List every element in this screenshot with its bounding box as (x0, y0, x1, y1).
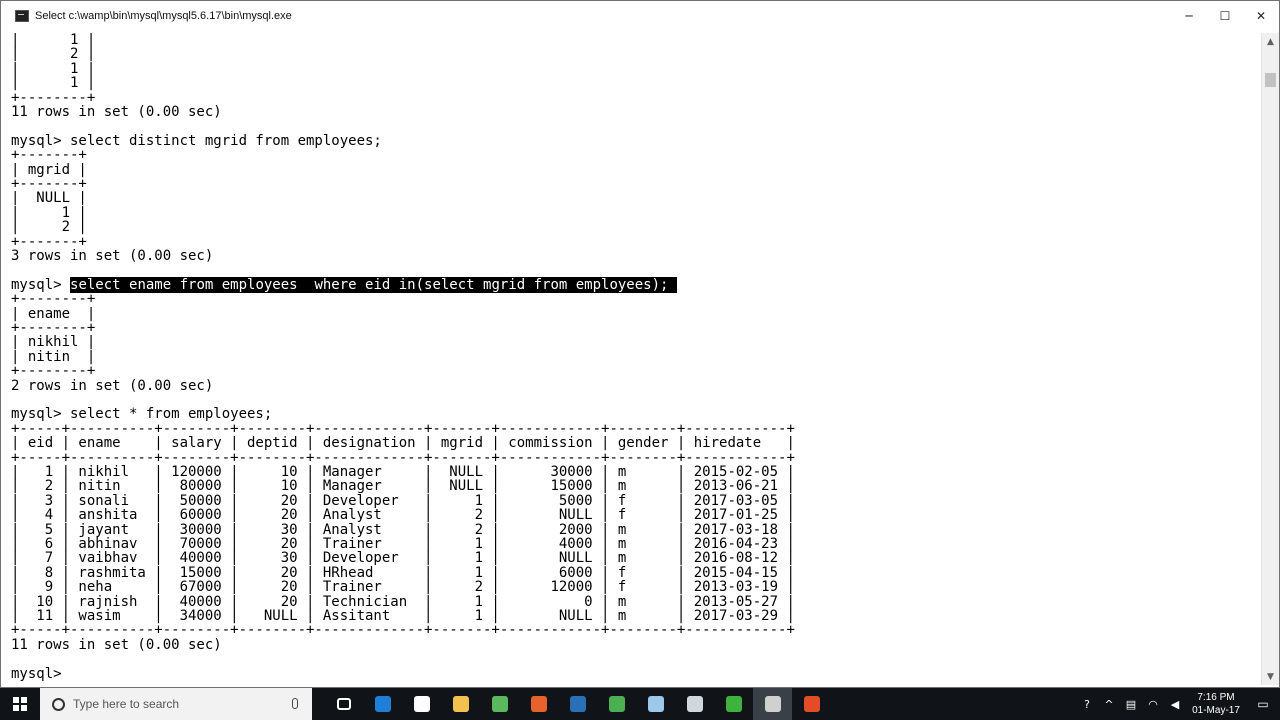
taskbar-app-app-blue[interactable] (558, 688, 597, 720)
minimize-button[interactable]: ─ (1171, 1, 1207, 31)
clock-time: 7:16 PM (1197, 692, 1235, 703)
taskbar-app-console[interactable] (753, 688, 792, 720)
task-view-icon (336, 698, 351, 710)
edge-icon (374, 696, 391, 712)
console-line: mysql> select * from employees; (11, 406, 273, 423)
console-line: mysql> (11, 665, 71, 682)
console-line: 3 rows in set (0.00 sec) (11, 248, 214, 264)
console-line: | 1 | nikhil | 120000 | 10 | Manager | N… (11, 464, 795, 480)
console-output[interactable]: | 1 | | 2 | | 1 | | 1 | +--------+ 11 rows in… (9, 33, 1259, 685)
app-blue-icon (569, 696, 586, 712)
console-line: +-------+ (11, 147, 87, 164)
scroll-thumb[interactable] (1265, 73, 1276, 87)
console-line: | 4 | anshita | 60000 | 20 | Analyst | 2… (11, 507, 795, 524)
show-hidden-icons-chevron-icon[interactable]: ^ (1098, 688, 1120, 720)
taskbar-app-app-orange[interactable] (519, 688, 558, 720)
scroll-up-arrow-icon[interactable]: ▲ (1262, 33, 1279, 50)
console-line: | 2 | nitin | 80000 | 10 | Manager | NUL… (11, 478, 795, 495)
clock-date: 01-May-17 (1192, 705, 1240, 716)
console-line: | 11 | wasim | 34000 | NULL | Assitant |… (11, 608, 795, 624)
taskbar-app-notepad[interactable] (636, 688, 675, 720)
console-line: | 1 | (11, 204, 87, 221)
help-icon[interactable]: ? (1076, 688, 1098, 720)
mysql-prompt: mysql> (11, 276, 71, 293)
microphone-icon[interactable] (292, 698, 298, 709)
wifi-icon[interactable]: ◠ (1142, 688, 1164, 720)
console-line: | 3 | sonali | 50000 | 20 | Developer | … (11, 492, 795, 509)
console-line: | mgrid | (11, 161, 87, 178)
console-line: +-----+----------+--------+--------+----… (11, 449, 795, 466)
console-line: | 9 | neha | 67000 | 20 | Trainer | 2 | … (11, 579, 795, 596)
console-line: +--------+ (11, 89, 96, 106)
taskbar-app-store[interactable] (402, 688, 441, 720)
taskbar-search-box[interactable]: Type here to search (40, 688, 312, 720)
console-line: | nikhil | (11, 334, 96, 351)
console-line: +--------+ (11, 363, 96, 380)
volume-icon[interactable]: ◀ (1164, 688, 1186, 720)
console-line: +--------+ (11, 291, 96, 308)
network-icon[interactable]: ▤ (1120, 688, 1142, 720)
console-line: | 1 | (11, 60, 96, 77)
close-button[interactable]: ✕ (1243, 1, 1279, 31)
cortana-circle-icon (52, 697, 65, 711)
file-explorer-icon (452, 696, 469, 712)
console-line: | 8 | rashmita | 15000 | 20 | HRhead | 1… (11, 564, 795, 581)
console-line: | 2 | (11, 46, 96, 63)
scroll-down-arrow-icon[interactable]: ▼ (1262, 668, 1279, 685)
window-title: Select c:\wamp\bin\mysql\mysql5.6.17\bin… (35, 10, 292, 22)
console-line: 11 rows in set (0.00 sec) (11, 636, 222, 653)
chrome-icon (608, 696, 625, 712)
taskbar-app-edge[interactable] (363, 688, 402, 720)
taskbar-app-chrome[interactable] (597, 688, 636, 720)
taskbar-app-app-green[interactable] (480, 688, 519, 720)
app-orange-icon (530, 696, 547, 712)
app-red-icon (803, 696, 820, 712)
console-line: +-------+ (11, 176, 87, 192)
camtasia-icon (725, 696, 742, 712)
console-line: | 2 | (11, 219, 87, 236)
console-icon (764, 696, 781, 712)
console-app-icon[interactable] (15, 10, 29, 22)
vertical-scrollbar[interactable]: ▲ ▼ (1261, 33, 1279, 685)
taskbar-app-app-red[interactable] (792, 688, 831, 720)
console-line: | 1 | (11, 75, 96, 92)
console-line: +--------+ (11, 320, 96, 336)
app-green-icon (491, 696, 508, 712)
console-line-highlighted: mysql> select ename from employees where… (11, 276, 677, 293)
taskbar-app-task-view[interactable] (324, 688, 363, 720)
maximize-button[interactable]: ☐ (1207, 1, 1243, 31)
selected-query-text[interactable]: select ename from employees where eid in… (70, 276, 677, 293)
system-tray: ? ^ ▤ ◠ ◀ 7:16 PM 01-May-17 ▭ (1076, 688, 1280, 720)
taskbar-app-settings-app[interactable] (675, 688, 714, 720)
console-window: Select c:\wamp\bin\mysql\mysql5.6.17\bin… (0, 0, 1280, 688)
console-line: | nitin | (11, 348, 96, 365)
taskbar-clock[interactable]: 7:16 PM 01-May-17 (1186, 691, 1246, 717)
action-center-icon[interactable]: ▭ (1246, 688, 1280, 720)
console-line: +-------+ (11, 233, 87, 250)
store-icon (413, 696, 430, 712)
taskbar: Type here to search ? ^ ▤ ◠ ◀ 7:16 PM 01… (0, 688, 1280, 720)
console-line: | eid | ename | salary | deptid | design… (11, 435, 795, 452)
console-line: | 10 | rajnish | 40000 | 20 | Technician… (11, 593, 795, 610)
console-line: | 7 | vaibhav | 40000 | 30 | Developer |… (11, 550, 795, 567)
console-line: | NULL | (11, 190, 87, 207)
notepad-icon (647, 696, 664, 712)
console-line: 2 rows in set (0.00 sec) (11, 377, 214, 394)
taskbar-app-file-explorer[interactable] (441, 688, 480, 720)
title-bar[interactable]: Select c:\wamp\bin\mysql\mysql5.6.17\bin… (1, 1, 1279, 31)
console-line: mysql> select distinct mgrid from employ… (11, 132, 382, 149)
console-line: +-----+----------+--------+--------+----… (11, 420, 795, 437)
search-placeholder: Type here to search (73, 697, 180, 711)
console-line: | ename | (11, 305, 96, 322)
console-line: | 1 | (11, 33, 96, 48)
taskbar-apps (324, 688, 831, 720)
console-line: | 6 | abhinav | 70000 | 20 | Trainer | 1… (11, 536, 795, 552)
start-button[interactable] (0, 688, 40, 720)
taskbar-app-camtasia[interactable] (714, 688, 753, 720)
windows-logo-icon (13, 697, 27, 711)
settings-app-icon (686, 696, 703, 712)
console-line: | 5 | jayant | 30000 | 30 | Analyst | 2 … (11, 521, 795, 538)
console-line: +-----+----------+--------+--------+----… (11, 622, 795, 639)
console-line: 11 rows in set (0.00 sec) (11, 104, 222, 120)
